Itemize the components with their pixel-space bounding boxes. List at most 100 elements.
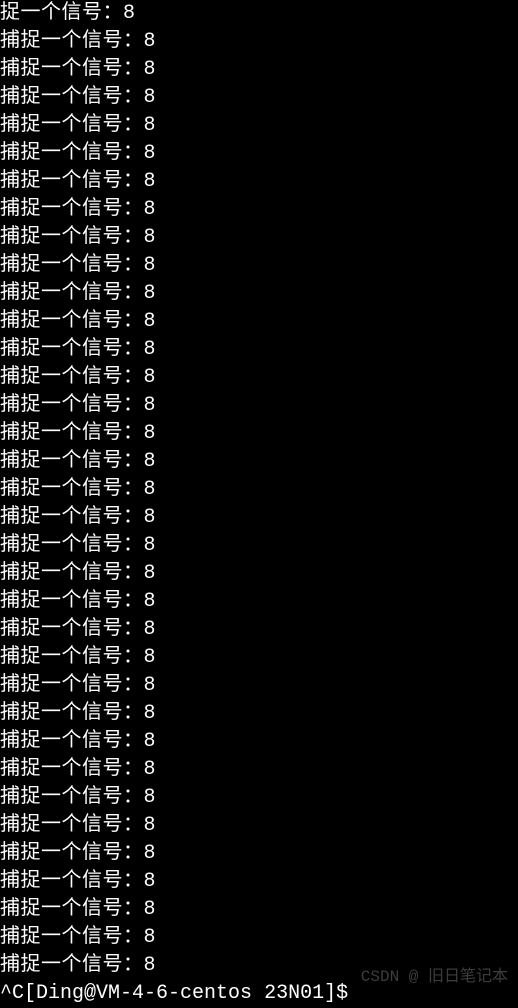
signal-number: 8 (123, 2, 136, 25)
signal-message: 捕捉一个信号： (0, 842, 144, 865)
output-line: 捕捉一个信号：8 (0, 588, 518, 616)
signal-message: 捕捉一个信号： (0, 506, 144, 529)
signal-message: 捕捉一个信号： (0, 926, 144, 949)
signal-message: 捕捉一个信号： (0, 562, 144, 585)
signal-message: 捕捉一个信号： (0, 254, 144, 277)
signal-message: 捕捉一个信号： (0, 478, 144, 501)
signal-message: 捕捉一个信号： (0, 814, 144, 837)
signal-number: 8 (144, 646, 157, 669)
signal-message: 捕捉一个信号： (0, 646, 144, 669)
signal-number: 8 (144, 562, 157, 585)
terminal-output: 捉一个信号：8 捕捉一个信号：8捕捉一个信号：8捕捉一个信号：8捕捉一个信号：8… (0, 0, 518, 1008)
signal-message: 捕捉一个信号： (0, 730, 144, 753)
signal-message: 捕捉一个信号： (0, 86, 144, 109)
signal-message: 捕捉一个信号： (0, 310, 144, 333)
output-line: 捕捉一个信号：8 (0, 112, 518, 140)
signal-number: 8 (144, 198, 157, 221)
output-line: 捕捉一个信号：8 (0, 392, 518, 420)
signal-number: 8 (144, 58, 157, 81)
signal-number: 8 (144, 478, 157, 501)
output-line: 捕捉一个信号：8 (0, 224, 518, 252)
output-line: 捕捉一个信号：8 (0, 336, 518, 364)
signal-number: 8 (144, 758, 157, 781)
signal-message: 捕捉一个信号： (0, 226, 144, 249)
output-line: 捕捉一个信号：8 (0, 952, 518, 980)
signal-message: 捕捉一个信号： (0, 590, 144, 613)
signal-message: 捕捉一个信号： (0, 366, 144, 389)
output-line: 捕捉一个信号：8 (0, 560, 518, 588)
signal-number: 8 (144, 422, 157, 445)
output-line: 捕捉一个信号：8 (0, 448, 518, 476)
signal-message: 捕捉一个信号： (0, 282, 144, 305)
signal-number: 8 (144, 618, 157, 641)
signal-message: 捕捉一个信号： (0, 702, 144, 725)
output-line: 捕捉一个信号：8 (0, 84, 518, 112)
prompt-symbol: $ (336, 982, 348, 1005)
output-line: 捕捉一个信号：8 (0, 168, 518, 196)
signal-message: 捕捉一个信号： (0, 758, 144, 781)
signal-number: 8 (144, 254, 157, 277)
signal-message: 捕捉一个信号： (0, 422, 144, 445)
output-line: 捕捉一个信号：8 (0, 756, 518, 784)
signal-number: 8 (144, 926, 157, 949)
signal-number: 8 (144, 730, 157, 753)
signal-number: 8 (144, 366, 157, 389)
signal-number: 8 (144, 786, 157, 809)
signal-number: 8 (144, 534, 157, 557)
signal-number: 8 (144, 814, 157, 837)
output-line: 捕捉一个信号：8 (0, 476, 518, 504)
output-line: 捕捉一个信号：8 (0, 728, 518, 756)
output-line: 捕捉一个信号：8 (0, 672, 518, 700)
output-line: 捕捉一个信号：8 (0, 364, 518, 392)
output-line: 捕捉一个信号：8 (0, 196, 518, 224)
prompt-path: 23N01] (264, 982, 336, 1005)
signal-message: 捕捉一个信号： (0, 450, 144, 473)
signal-number: 8 (144, 590, 157, 613)
signal-number: 8 (144, 954, 157, 977)
prompt-user-host: [Ding@VM-4-6-centos (24, 982, 252, 1005)
signal-number: 8 (144, 282, 157, 305)
signal-number: 8 (144, 86, 157, 109)
output-line: 捕捉一个信号：8 (0, 924, 518, 952)
signal-number: 8 (144, 114, 157, 137)
signal-number: 8 (144, 310, 157, 333)
signal-number: 8 (144, 226, 157, 249)
output-line: 捕捉一个信号：8 (0, 812, 518, 840)
signal-number: 8 (144, 702, 157, 725)
output-line: 捕捉一个信号：8 (0, 700, 518, 728)
output-line: 捕捉一个信号：8 (0, 140, 518, 168)
output-line: 捕捉一个信号：8 (0, 868, 518, 896)
prompt-line[interactable]: ^C[Ding@VM-4-6-centos 23N01]$ (0, 980, 518, 1008)
signal-message: 捕捉一个信号： (0, 30, 144, 53)
output-line: 捕捉一个信号：8 (0, 840, 518, 868)
signal-number: 8 (144, 394, 157, 417)
signal-message: 捕捉一个信号： (0, 786, 144, 809)
signal-message: 捕捉一个信号： (0, 394, 144, 417)
signal-number: 8 (144, 870, 157, 893)
signal-message: 捕捉一个信号： (0, 198, 144, 221)
signal-message: 捕捉一个信号： (0, 170, 144, 193)
output-line: 捕捉一个信号：8 (0, 308, 518, 336)
signal-message: 捕捉一个信号： (0, 338, 144, 361)
output-line: 捕捉一个信号：8 (0, 504, 518, 532)
signal-number: 8 (144, 898, 157, 921)
interrupt-signal: ^C (0, 982, 24, 1005)
signal-number: 8 (144, 506, 157, 529)
signal-number: 8 (144, 30, 157, 53)
signal-message: 捕捉一个信号： (0, 58, 144, 81)
output-line: 捕捉一个信号：8 (0, 644, 518, 672)
output-line-partial: 捉一个信号：8 (0, 0, 518, 28)
signal-number: 8 (144, 170, 157, 193)
output-line: 捕捉一个信号：8 (0, 280, 518, 308)
output-line: 捕捉一个信号：8 (0, 420, 518, 448)
signal-message: 捕捉一个信号： (0, 618, 144, 641)
signal-number: 8 (144, 338, 157, 361)
signal-message: 捕捉一个信号： (0, 114, 144, 137)
signal-number: 8 (144, 842, 157, 865)
output-line: 捕捉一个信号：8 (0, 896, 518, 924)
signal-number: 8 (144, 142, 157, 165)
signal-message: 捕捉一个信号： (0, 870, 144, 893)
signal-number: 8 (144, 674, 157, 697)
output-line: 捕捉一个信号：8 (0, 532, 518, 560)
output-line: 捕捉一个信号：8 (0, 28, 518, 56)
